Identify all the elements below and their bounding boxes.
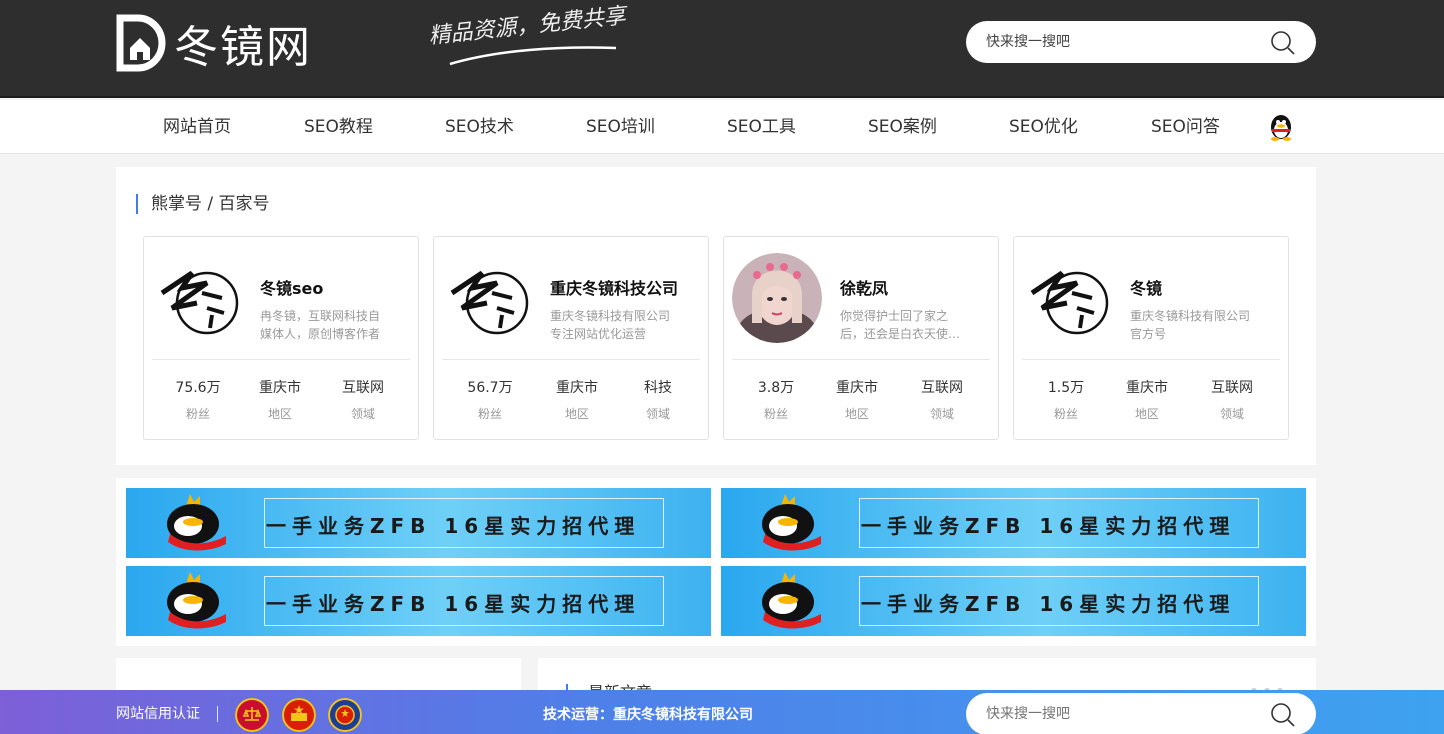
ad-banner[interactable]: 一手业务ZFB 16星实力招代理 xyxy=(721,566,1306,636)
region-value: 重庆市 xyxy=(1126,380,1168,396)
calligraphy-logo-avatar xyxy=(450,270,529,335)
account-name: 冬镜 xyxy=(1130,279,1163,298)
ad-banner[interactable]: 一手业务ZFB 16星实力招代理 xyxy=(126,488,711,558)
account-card[interactable]: 重庆冬镜科技公司 重庆冬镜科技有限公司专注网站优化运营 56.7万 粉丝 重庆市… xyxy=(433,236,709,440)
nav-item-seo-tech[interactable]: SEO技术 xyxy=(445,100,514,154)
police-badge-icon[interactable] xyxy=(328,698,362,732)
ad-banner-area: 一手业务ZFB 16星实力招代理 一手业务ZFB 16星实力招代理 一手业务ZF… xyxy=(116,478,1316,646)
main-nav: 网站首页 SEO教程 SEO技术 SEO培训 SEO工具 SEO案例 SEO优化… xyxy=(0,100,1444,154)
field-label: 领域 xyxy=(1219,407,1244,421)
nav-item-seo-tutorial[interactable]: SEO教程 xyxy=(304,100,373,154)
nav-item-seo-cases[interactable]: SEO案例 xyxy=(868,100,937,154)
fans-count: 3.8万 xyxy=(757,380,795,396)
ad-banner[interactable]: 一手业务ZFB 16星实力招代理 xyxy=(126,566,711,636)
region-value: 重庆市 xyxy=(259,380,301,396)
fans-label: 粉丝 xyxy=(477,407,502,421)
field-label: 领域 xyxy=(929,407,954,421)
court-badge-icon[interactable] xyxy=(235,698,269,732)
field-value: 互联网 xyxy=(921,380,963,396)
account-card[interactable]: 冬镜 重庆冬镜科技有限公司官方号 1.5万 粉丝 重庆市 地区 互联网 领域 xyxy=(1013,236,1289,440)
card-divider xyxy=(442,359,700,360)
region-label: 地区 xyxy=(564,407,589,421)
ad-text: 一手业务ZFB 16星实力招代理 xyxy=(266,592,641,616)
ad-text: 一手业务ZFB 16星实力招代理 xyxy=(861,514,1236,538)
region-value: 重庆市 xyxy=(556,380,598,396)
fans-count: 1.5万 xyxy=(1047,380,1085,396)
account-desc: 冉冬镜，互联网科技自媒体人，原创博客作者 xyxy=(260,309,381,341)
account-desc: 重庆冬镜科技有限公司官方号 xyxy=(1130,309,1251,341)
qq-penguin-icon xyxy=(762,494,821,551)
card-divider xyxy=(152,359,410,360)
ad-text: 一手业务ZFB 16星实力招代理 xyxy=(266,514,641,538)
qq-penguin-icon xyxy=(167,494,226,551)
nav-item-home[interactable]: 网站首页 xyxy=(163,100,231,154)
logo-mark-icon xyxy=(116,14,166,72)
logo-text: 冬镜网 xyxy=(174,22,312,73)
fans-label: 粉丝 xyxy=(763,407,788,421)
user-avatar xyxy=(732,253,822,343)
card-divider xyxy=(1022,359,1280,360)
account-name: 冬镜seo xyxy=(260,279,324,298)
region-label: 地区 xyxy=(844,407,869,421)
accounts-panel: 熊掌号 / 百家号 冬镜seo 冉冬镜，互联网科技自媒体人，原创博客作者 75.… xyxy=(116,167,1316,465)
nav-item-seo-training[interactable]: SEO培训 xyxy=(586,100,655,154)
field-value: 互联网 xyxy=(342,380,384,396)
slogan-swoosh-icon xyxy=(449,46,617,66)
nav-item-seo-qa[interactable]: SEO问答 xyxy=(1151,100,1220,154)
footer-search-input[interactable] xyxy=(986,693,1266,734)
account-card[interactable]: 徐乾凤 你觉得护士回了家之后，还会是白衣天使… 3.8万 粉丝 重庆市 地区 互… xyxy=(723,236,999,440)
region-label: 地区 xyxy=(1134,407,1159,421)
nav-item-seo-tools[interactable]: SEO工具 xyxy=(727,100,796,154)
fans-count: 75.6万 xyxy=(175,380,221,396)
region-value: 重庆市 xyxy=(836,380,878,396)
site-credit-cert-label: 网站信用认证 xyxy=(116,706,200,722)
ad-text: 一手业务ZFB 16星实力招代理 xyxy=(861,592,1236,616)
fans-count: 56.7万 xyxy=(467,380,513,396)
qq-penguin-icon xyxy=(167,572,226,629)
national-emblem-icon[interactable] xyxy=(282,698,316,732)
card-divider xyxy=(732,359,990,360)
search-icon[interactable] xyxy=(1270,702,1296,728)
account-card[interactable]: 冬镜seo 冉冬镜，互联网科技自媒体人，原创博客作者 75.6万 粉丝 重庆市 … xyxy=(143,236,419,440)
field-value: 互联网 xyxy=(1211,380,1253,396)
fans-label: 粉丝 xyxy=(185,407,210,421)
fans-label: 粉丝 xyxy=(1053,407,1078,421)
search-input[interactable] xyxy=(986,21,1266,63)
ad-banner[interactable]: 一手业务ZFB 16星实力招代理 xyxy=(721,488,1306,558)
site-header: 冬镜网 精品资源，免费共享 xyxy=(0,0,1444,98)
nav-item-seo-optimization[interactable]: SEO优化 xyxy=(1009,100,1078,154)
calligraphy-logo-avatar xyxy=(1030,270,1109,335)
qq-penguin-icon xyxy=(762,572,821,629)
account-desc: 你觉得护士回了家之后，还会是白衣天使… xyxy=(840,309,961,341)
calligraphy-logo-avatar xyxy=(160,270,239,335)
site-logo[interactable]: 冬镜网 xyxy=(116,14,312,73)
account-desc: 重庆冬镜科技有限公司专注网站优化运营 xyxy=(550,309,671,341)
tech-operator-text: 技术运营：重庆冬镜科技有限公司 xyxy=(543,707,753,723)
panel-title: 熊掌号 / 百家号 xyxy=(136,194,270,214)
region-label: 地区 xyxy=(267,407,292,421)
slogan-text: 精品资源，免费共享 xyxy=(427,3,628,50)
field-value: 科技 xyxy=(644,380,672,396)
search-icon[interactable] xyxy=(1270,30,1296,56)
field-label: 领域 xyxy=(645,407,670,421)
account-name: 重庆冬镜科技公司 xyxy=(550,279,679,298)
qq-penguin-icon[interactable] xyxy=(1268,113,1294,141)
footer-divider xyxy=(217,706,218,722)
search-box[interactable] xyxy=(966,21,1316,63)
account-name: 徐乾凤 xyxy=(840,279,889,298)
footer-search-box[interactable] xyxy=(966,693,1316,734)
field-label: 领域 xyxy=(350,407,375,421)
